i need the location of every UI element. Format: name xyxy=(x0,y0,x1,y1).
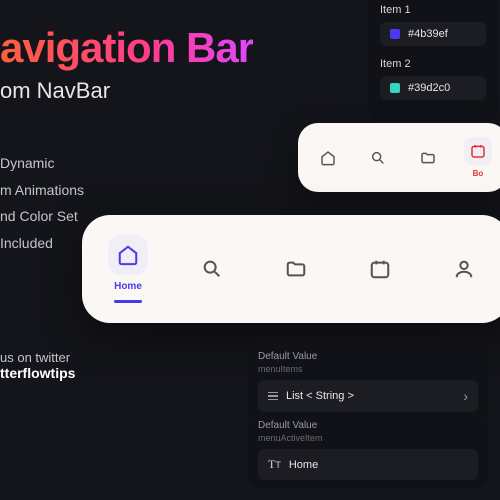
nav-label: Bo xyxy=(473,169,484,178)
calendar-icon xyxy=(369,258,391,280)
navbar-preview-small: Bo xyxy=(298,123,500,192)
social-line: us on twitter xyxy=(0,350,75,365)
property-value-row[interactable]: List < String > › xyxy=(258,380,478,412)
property-value-row[interactable]: TT Home xyxy=(258,449,478,480)
property-label: Default Value xyxy=(258,351,478,362)
color-swatch xyxy=(390,83,400,93)
color-settings-panel: Item 1 #4b39ef Item 2 #39d2c0 xyxy=(368,0,498,122)
page-title: avigation Bar xyxy=(0,24,253,72)
property-panel-menu-items: Default Value menuItems List < String > … xyxy=(248,343,488,420)
nav-item-home[interactable] xyxy=(314,144,342,172)
feature-list: Dynamic m Animations nd Color Set Includ… xyxy=(0,150,84,256)
nav-item-folder[interactable] xyxy=(414,144,442,172)
nav-label: Home xyxy=(114,281,142,292)
social-handle: tterflowtips xyxy=(0,365,75,381)
feature-item: nd Color Set xyxy=(0,203,84,230)
calendar-icon xyxy=(470,143,486,159)
nav-item-home[interactable]: Home xyxy=(108,235,148,303)
nav-item-folder[interactable] xyxy=(276,249,316,289)
feature-item: m Animations xyxy=(0,177,84,204)
active-underline xyxy=(114,300,142,303)
home-icon xyxy=(320,150,336,166)
color-hex: #4b39ef xyxy=(408,28,448,40)
navbar-preview-large: Home xyxy=(82,215,500,323)
nav-item-calendar[interactable] xyxy=(360,249,400,289)
nav-item-profile[interactable] xyxy=(444,249,484,289)
list-icon xyxy=(268,392,278,401)
search-icon xyxy=(201,258,223,280)
nav-item-search[interactable] xyxy=(192,249,232,289)
property-value: List < String > xyxy=(286,390,354,402)
folder-icon xyxy=(420,150,436,166)
feature-item: Dynamic xyxy=(0,150,84,177)
feature-item: Included xyxy=(0,230,84,257)
text-type-icon: TT xyxy=(268,457,281,472)
color-value-input[interactable]: #4b39ef xyxy=(380,22,486,46)
folder-icon xyxy=(285,258,307,280)
home-icon xyxy=(117,244,139,266)
property-name: menuItems xyxy=(258,364,478,374)
color-item-label: Item 2 xyxy=(380,58,486,70)
page-subtitle: om NavBar xyxy=(0,78,110,104)
color-hex: #39d2c0 xyxy=(408,82,450,94)
nav-item-search[interactable] xyxy=(364,144,392,172)
property-label: Default Value xyxy=(258,420,478,431)
color-swatch xyxy=(390,29,400,39)
color-item-label: Item 1 xyxy=(380,4,486,16)
color-value-input[interactable]: #39d2c0 xyxy=(380,76,486,100)
nav-item-calendar[interactable]: Bo xyxy=(464,137,492,178)
user-icon xyxy=(453,258,475,280)
social-block: us on twitter tterflowtips xyxy=(0,350,75,381)
property-name: menuActiveItem xyxy=(258,433,478,443)
property-value: Home xyxy=(289,459,318,471)
chevron-right-icon: › xyxy=(463,388,468,404)
search-icon xyxy=(370,150,386,166)
property-panel-active-item: Default Value menuActiveItem TT Home xyxy=(248,412,488,488)
